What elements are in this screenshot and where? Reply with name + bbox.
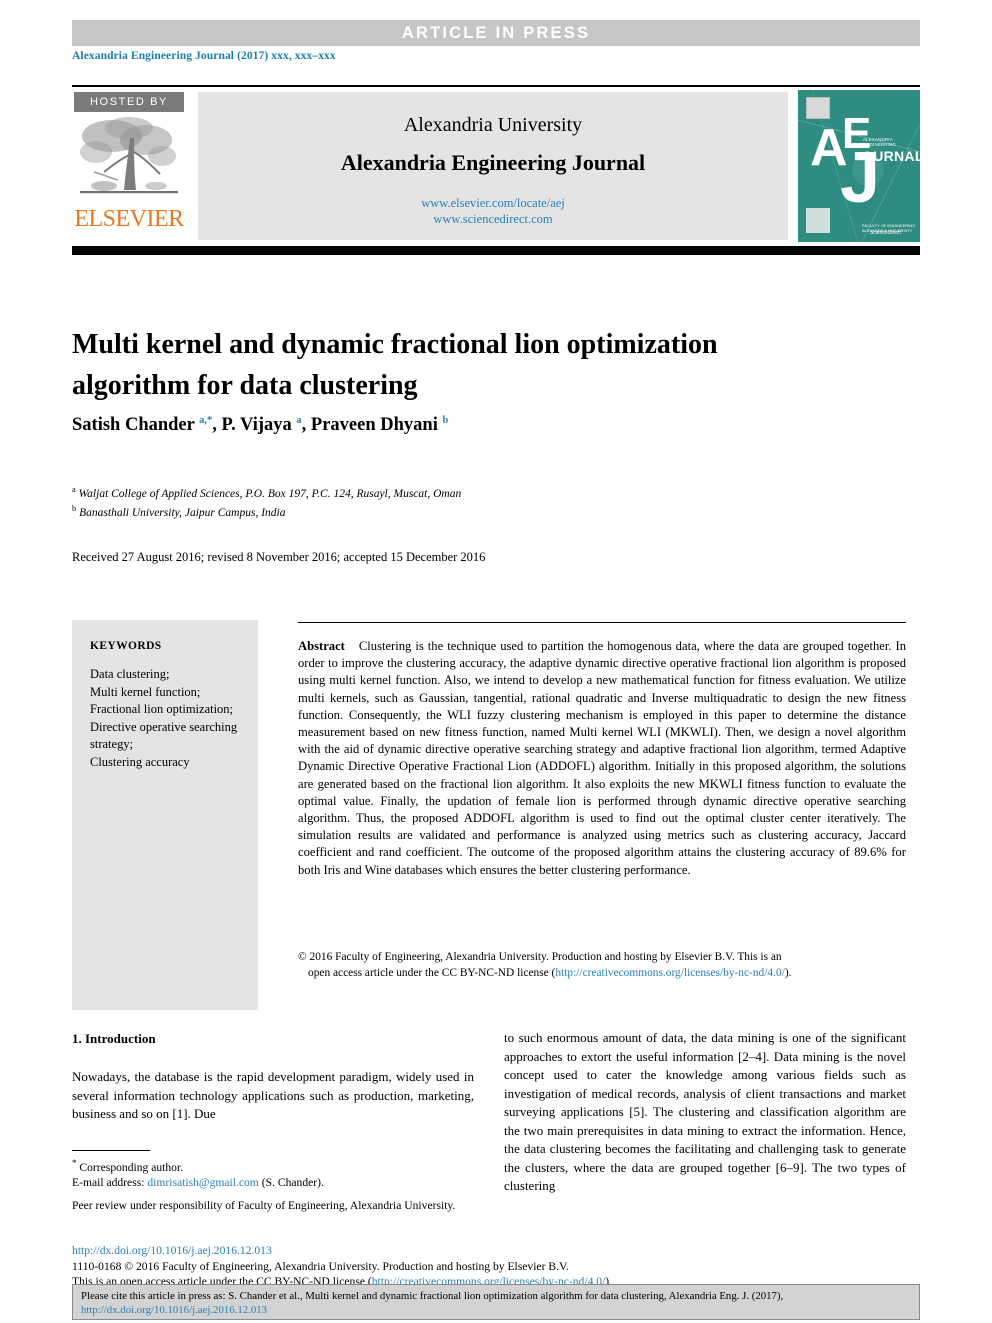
article-in-press-banner: ARTICLE IN PRESS (72, 20, 920, 46)
affiliation-a-text: Waljat College of Applied Sciences, P.O.… (78, 487, 462, 500)
footnote-block: * Corresponding author. E-mail address: … (72, 1156, 484, 1191)
section-heading-introduction: 1. Introduction (72, 1031, 156, 1046)
doi-link[interactable]: http://dx.doi.org/10.1016/j.aej.2016.12.… (72, 1243, 772, 1259)
abstract-text: Clustering is the technique used to part… (298, 639, 906, 877)
footnote-divider (72, 1150, 150, 1151)
paper-page: ARTICLE IN PRESS Alexandria Engineering … (0, 0, 992, 1323)
elsevier-wordmark: ELSEVIER (74, 206, 184, 232)
page-title: Multi kernel and dynamic fractional lion… (72, 328, 718, 401)
abstract-block: Abstract Clustering is the technique used… (298, 638, 906, 879)
cite-doi-link[interactable]: http://dx.doi.org/10.1016/j.aej.2016.12.… (81, 1304, 267, 1316)
journal-title: Alexandria Engineering Journal (340, 150, 646, 175)
elsevier-logo-block: HOSTED BY ELSEVIER (72, 92, 188, 240)
keywords-panel: KEYWORDS Data clustering; Multi kernel f… (72, 620, 258, 1010)
email-note: E-mail address: dimrisatish@gmail.com (S… (72, 1175, 484, 1191)
cover-tiny-title: ALEXANDRIA ENGINEERING (863, 137, 896, 147)
abstract-label: Abstract (298, 639, 345, 653)
affiliation-b: b Banasthali University, Jaipur Campus, … (72, 503, 286, 519)
cite-this-article-box: Please cite this article in press as: S.… (72, 1284, 920, 1320)
journal-locate-link[interactable]: www.elsevier.com/locate/aej (198, 196, 788, 211)
cover-sciencedirect-mark: ScienceDirect (870, 230, 901, 236)
cover-journal-word: OURNAL (862, 148, 920, 164)
sciencedirect-link[interactable]: www.sciencedirect.com (198, 212, 788, 227)
masthead-top-rule (72, 85, 920, 87)
abstract-copyright: © 2016 Faculty of Engineering, Alexandri… (298, 950, 906, 981)
email-link[interactable]: dimrisatish@gmail.com (147, 1176, 258, 1189)
corresponding-author-text: Corresponding author. (79, 1160, 184, 1174)
aej-journal-cover-image: A E J ALEXANDRIA ENGINEERING OURNAL FACU… (798, 90, 920, 242)
intro-column-left: Nowadays, the database is the rapid deve… (72, 1069, 474, 1121)
asterisk-icon: * (72, 1158, 77, 1168)
affiliation-b-text: Banasthali University, Jaipur Campus, In… (79, 506, 286, 519)
affiliation-a: a Waljat College of Applied Sciences, P.… (72, 484, 462, 500)
elsevier-tree-icon (74, 114, 184, 206)
article-in-press-label: ARTICLE IN PRESS (401, 24, 591, 42)
cover-bottom-emblem (806, 208, 830, 233)
author-list: Satish Chander a,*, P. Vijaya a, Praveen… (72, 415, 449, 436)
cite-text: Please cite this article in press as: S.… (81, 1290, 913, 1317)
journal-title-panel: Alexandria University Alexandria Enginee… (198, 92, 788, 240)
cc-license-link[interactable]: http://creativecommons.org/licenses/by-n… (555, 967, 784, 979)
email-label: E-mail address: (72, 1176, 145, 1190)
university-name: Alexandria University (403, 114, 583, 136)
keywords-list: Data clustering; Multi kernel function; … (90, 667, 238, 769)
keywords-heading: KEYWORDS (90, 640, 162, 652)
peer-review-note: Peer review under responsibility of Facu… (72, 1199, 456, 1212)
copyright-line-2: open access article under the CC BY-NC-N… (298, 966, 906, 982)
cite-sentence: Please cite this article in press as: S.… (81, 1290, 784, 1302)
email-suffix: (S. Chander). (261, 1176, 324, 1190)
copyright-license-pre: open access article under the CC BY-NC-N… (308, 966, 556, 979)
journal-masthead: HOSTED BY ELSEVIER Alexandria University… (72, 90, 920, 242)
cover-top-emblem (806, 97, 830, 119)
copyright-line-1: © 2016 Faculty of Engineering, Alexandri… (298, 951, 782, 963)
corresponding-author-note: * Corresponding author. (72, 1156, 484, 1175)
abstract-top-rule (298, 622, 906, 623)
masthead-bottom-rule (72, 246, 920, 255)
issn-copyright-line: 1110-0168 © 2016 Faculty of Engineering,… (72, 1259, 569, 1273)
hosted-by-label: HOSTED BY (74, 92, 184, 112)
journal-reference-line: Alexandria Engineering Journal (2017) xx… (72, 50, 336, 62)
doi-block: http://dx.doi.org/10.1016/j.aej.2016.12.… (72, 1243, 772, 1290)
copyright-license-post: ). (784, 966, 792, 979)
intro-column-right: to such enormous amount of data, the dat… (504, 1030, 906, 1193)
received-dates: Received 27 August 2016; revised 8 Novem… (72, 550, 486, 564)
